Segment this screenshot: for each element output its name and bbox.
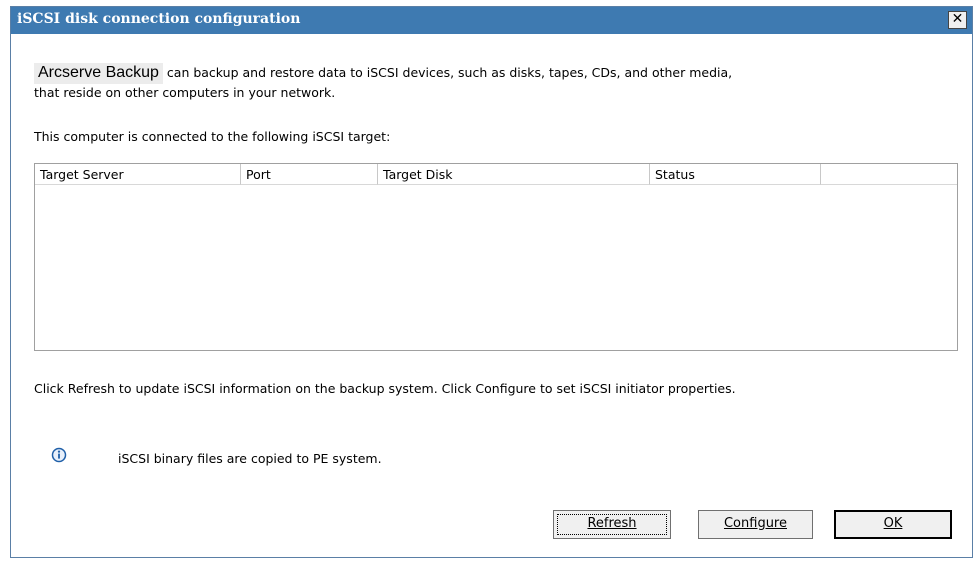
focus-rectangle — [557, 514, 667, 535]
connected-targets-label: This computer is connected to the follow… — [34, 129, 391, 144]
refresh-hint: Click Refresh to update iSCSI informatio… — [34, 381, 736, 396]
dialog-title: iSCSI disk connection configuration — [17, 11, 301, 27]
iscsi-target-list[interactable]: Target Server Port Target Disk Status — [34, 163, 958, 351]
column-header-target-disk[interactable]: Target Disk — [378, 164, 650, 185]
intro-line-1: Arcserve Backup can backup and restore d… — [34, 63, 732, 84]
column-header-status[interactable]: Status — [650, 164, 821, 185]
refresh-button[interactable]: Refresh — [553, 510, 671, 539]
ok-button-label: OK — [883, 516, 903, 531]
intro-line-2: that reside on other computers in your n… — [34, 85, 336, 100]
close-button[interactable]: ✕ — [948, 11, 967, 29]
product-name: Arcserve Backup — [34, 63, 163, 84]
column-header-empty[interactable] — [821, 164, 957, 185]
iscsi-dialog: iSCSI disk connection configuration ✕ Ar… — [10, 6, 973, 558]
intro-text: can backup and restore data to iSCSI dev… — [162, 65, 733, 80]
close-icon: ✕ — [951, 11, 964, 27]
list-header: Target Server Port Target Disk Status — [35, 164, 957, 186]
ok-button[interactable]: OK — [834, 510, 952, 539]
info-message: iSCSI binary files are copied to PE syst… — [118, 451, 382, 466]
title-bar[interactable]: iSCSI disk connection configuration ✕ — [11, 7, 972, 34]
column-header-port[interactable]: Port — [241, 164, 378, 185]
column-header-target-server[interactable]: Target Server — [35, 164, 241, 185]
configure-button[interactable]: Configure — [698, 510, 813, 539]
info-icon — [51, 447, 67, 463]
configure-button-label: Configure — [723, 516, 787, 531]
